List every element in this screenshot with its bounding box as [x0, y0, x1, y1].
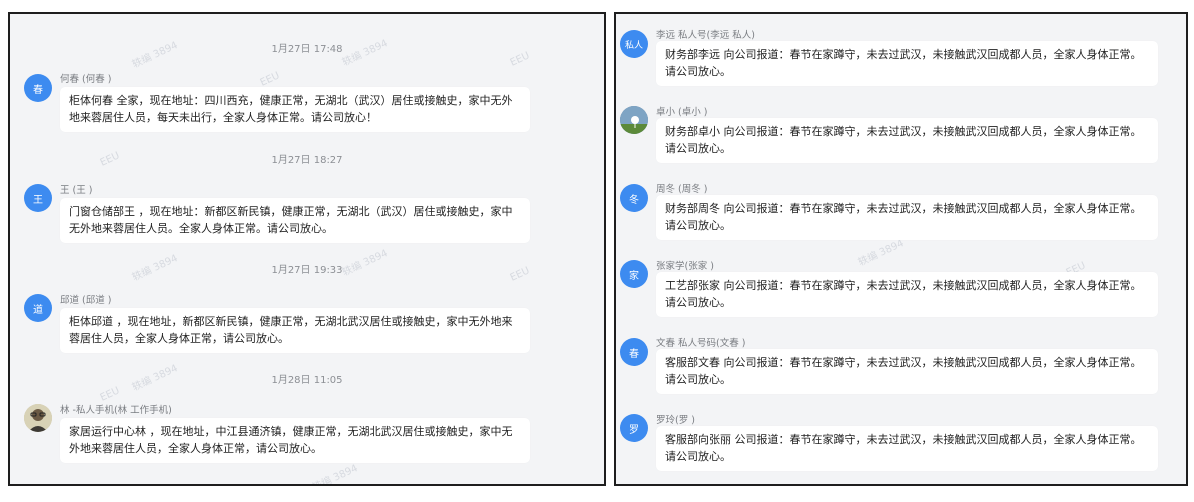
chat-panel-left[interactable]: 轶编 3894 轶编 3894 EEU EEU EEU 轶编 3894 轶编 3… — [8, 12, 606, 486]
message-bubble[interactable]: 柜体邱道 ，现在地址，新都区新民镇，健康正常，无湖北武汉居住或接触史，家中无外地… — [60, 308, 530, 353]
message-text: 财务部周冬 向公司报道：春节在家蹲守，未去过武汉，未接触武汉回成都人员，全家人身… — [665, 202, 1142, 232]
sender-name: 何春 (何春 ) — [60, 74, 112, 85]
user-photo-icon — [620, 106, 648, 134]
message-bubble[interactable]: 财务部卓小 向公司报道：春节在家蹲守，未去过武汉，未接触武汉回成都人员，全家人身… — [656, 118, 1158, 163]
avatar[interactable]: 冬 — [620, 184, 648, 212]
avatar[interactable]: 罗 — [620, 414, 648, 442]
message-text: 财务部卓小 向公司报道：春节在家蹲守，未去过武汉，未接触武汉回成都人员，全家人身… — [665, 125, 1142, 155]
message-bubble[interactable]: 门窗仓储部王 ，现在地址：新都区新民镇，健康正常，无湖北（武汉）居住或接触史，家… — [60, 198, 530, 243]
watermark: EEU — [258, 70, 282, 89]
sender-name: 周冬 (周冬 ) — [656, 184, 708, 195]
message-text: 客服部向张丽 公司报道：春节在家蹲守，未去过武汉，未接触武汉回成都人员，全家人身… — [665, 433, 1142, 463]
message-text: 家居运行中心林 ，现在地址，中江县通济镇，健康正常，无湖北武汉居住或接触史，家中… — [69, 425, 513, 455]
user-photo-icon — [24, 404, 52, 432]
message-bubble[interactable]: 客服部向张丽 公司报道：春节在家蹲守，未去过武汉，未接触武汉回成都人员，全家人身… — [656, 426, 1158, 471]
message-text: 柜体何春 全家，现在地址：四川西充，健康正常，无湖北（武汉）居住或接触史，家中无… — [69, 94, 513, 124]
message-text: 财务部李远 向公司报道：春节在家蹲守，未去过武汉，未接触武汉回成都人员，全家人身… — [665, 48, 1142, 78]
avatar[interactable]: 王 — [24, 184, 52, 212]
avatar[interactable] — [24, 404, 52, 432]
sender-name: 文春 私人号码(文春 ) — [656, 338, 746, 349]
sender-name: 邱道 (邱道 ) — [60, 295, 112, 306]
message-bubble[interactable]: 家居运行中心林 ，现在地址，中江县通济镇，健康正常，无湖北武汉居住或接触史，家中… — [60, 418, 530, 463]
sender-name: 张家学(张家 ) — [656, 261, 714, 272]
sender-name: 卓小 (卓小 ) — [656, 107, 708, 118]
sender-name: 林 -私人手机(林 工作手机) — [60, 405, 172, 416]
message-bubble[interactable]: 财务部李远 向公司报道：春节在家蹲守，未去过武汉，未接触武汉回成都人员，全家人身… — [656, 41, 1158, 86]
avatar[interactable]: 家 — [620, 260, 648, 288]
message-text: 工艺部张家 向公司报道：春节在家蹲守，未去过武汉，未接触武汉回成都人员，全家人身… — [665, 279, 1142, 309]
message-timestamp: 1月27日 18:27 — [271, 155, 343, 166]
sender-name: 李远 私人号(李远 私人) — [656, 30, 755, 41]
message-bubble[interactable]: 柜体何春 全家，现在地址：四川西充，健康正常，无湖北（武汉）居住或接触史，家中无… — [60, 87, 530, 132]
avatar[interactable]: 春 — [24, 74, 52, 102]
avatar[interactable]: 私人 — [620, 30, 648, 58]
message-bubble[interactable]: 财务部周冬 向公司报道：春节在家蹲守，未去过武汉，未接触武汉回成都人员，全家人身… — [656, 195, 1158, 240]
sender-name: 王 (王 ) — [60, 185, 93, 196]
message-text: 门窗仓储部王 ，现在地址：新都区新民镇，健康正常，无湖北（武汉）居住或接触史，家… — [69, 205, 513, 235]
avatar[interactable] — [620, 106, 648, 134]
watermark: 轶编 3894 — [310, 463, 360, 486]
message-bubble[interactable]: 客服部文春 向公司报道：春节在家蹲守，未去过武汉，未接触武汉回成都人员，全家人身… — [656, 349, 1158, 394]
sender-name: 罗玲(罗 ) — [656, 415, 695, 426]
avatar[interactable]: 春 — [620, 338, 648, 366]
avatar[interactable]: 道 — [24, 294, 52, 322]
message-bubble[interactable]: 工艺部张家 向公司报道：春节在家蹲守，未去过武汉，未接触武汉回成都人员，全家人身… — [656, 272, 1158, 317]
message-timestamp: 1月27日 17:48 — [271, 44, 343, 55]
chat-panel-right[interactable]: 轶编 3894 EEU 轶编 3894 EEU 轶编 3894 私人 李远 私人… — [614, 12, 1188, 486]
message-timestamp: 1月27日 19:33 — [271, 265, 343, 276]
message-text: 柜体邱道 ，现在地址，新都区新民镇，健康正常，无湖北武汉居住或接触史，家中无外地… — [69, 315, 513, 345]
message-text: 客服部文春 向公司报道：春节在家蹲守，未去过武汉，未接触武汉回成都人员，全家人身… — [665, 356, 1142, 386]
watermark: EEU — [98, 385, 122, 404]
message-timestamp: 1月28日 11:05 — [271, 375, 343, 386]
